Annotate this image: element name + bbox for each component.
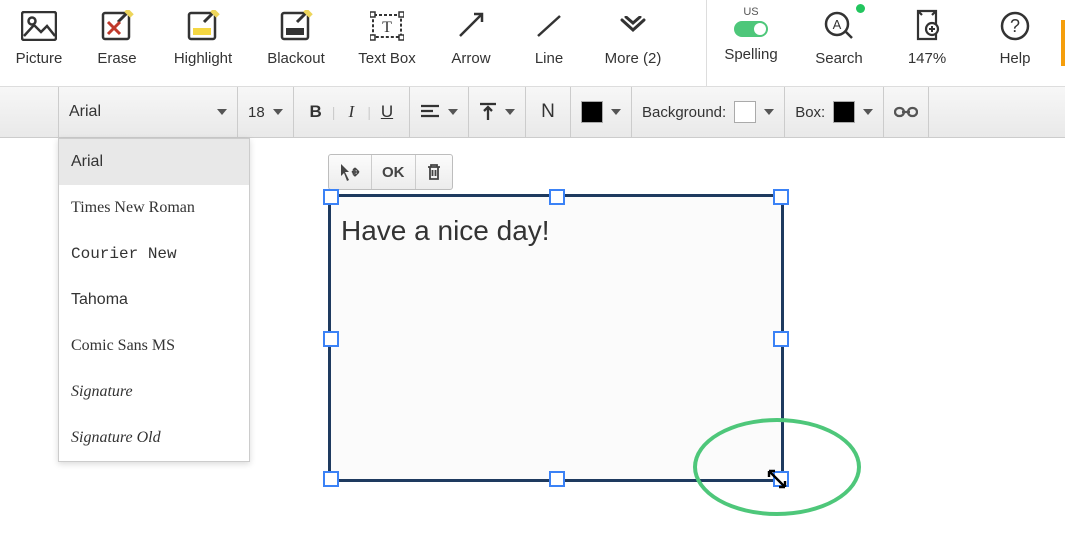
- font-option-courier[interactable]: Courier New: [59, 231, 249, 277]
- italic-button[interactable]: I: [339, 102, 363, 122]
- erase-icon: [93, 6, 141, 46]
- font-size-select[interactable]: 18: [238, 87, 294, 137]
- text-box-content[interactable]: Have a nice day!: [331, 197, 781, 265]
- caret-down-icon: [273, 109, 283, 115]
- svg-text:?: ?: [1010, 16, 1020, 36]
- font-option-tahoma[interactable]: Tahoma: [59, 277, 249, 323]
- blackout-button[interactable]: Blackout: [250, 0, 342, 86]
- blackout-icon: [272, 6, 320, 46]
- valign-select[interactable]: [469, 87, 526, 137]
- box-color-select[interactable]: Box:: [785, 87, 884, 137]
- align-select[interactable]: [410, 87, 469, 137]
- trash-icon: [426, 163, 442, 181]
- line-button[interactable]: Line: [510, 0, 588, 86]
- font-option-times[interactable]: Times New Roman: [59, 185, 249, 231]
- normal-button[interactable]: N: [526, 87, 571, 137]
- delete-button[interactable]: [416, 155, 452, 189]
- main-toolbar: Picture Erase Highlight Blackout T Text …: [0, 0, 1065, 87]
- help-button[interactable]: ? Help: [971, 0, 1059, 86]
- resize-handle-nw[interactable]: [323, 189, 339, 205]
- highlight-icon: [179, 6, 227, 46]
- text-style-group: B | I | U: [294, 87, 410, 137]
- caret-down-icon: [217, 109, 227, 115]
- resize-handle-w[interactable]: [323, 331, 339, 347]
- color-swatch-icon: [734, 101, 756, 123]
- search-icon: A: [815, 6, 863, 46]
- picture-button[interactable]: Picture: [0, 0, 78, 86]
- caret-down-icon: [611, 109, 621, 115]
- textbox-mini-toolbar: OK: [328, 154, 453, 190]
- help-icon: ?: [991, 6, 1039, 46]
- svg-text:T: T: [382, 19, 392, 36]
- move-arrow-icon: [339, 162, 361, 182]
- textbox-icon: T: [363, 6, 411, 46]
- caret-down-icon: [448, 109, 458, 115]
- text-box-object[interactable]: Have a nice day!: [328, 194, 784, 482]
- highlight-button[interactable]: Highlight: [156, 0, 250, 86]
- more-icon: [609, 6, 657, 46]
- editor-canvas[interactable]: Arial Times New Roman Courier New Tahoma…: [0, 138, 1065, 545]
- accent-bar: [1061, 20, 1065, 66]
- zoom-button[interactable]: 147%: [883, 0, 971, 86]
- format-toolbar: Arial 18 B | I | U N Background: Box:: [0, 87, 1065, 138]
- align-left-icon: [420, 104, 440, 120]
- font-option-signature-old[interactable]: Signature Old: [59, 415, 249, 461]
- more-button[interactable]: More (2): [588, 0, 678, 86]
- color-swatch-icon: [833, 101, 855, 123]
- background-color-select[interactable]: Background:: [632, 87, 785, 137]
- resize-handle-s[interactable]: [549, 471, 565, 487]
- link-button[interactable]: [884, 87, 929, 137]
- search-button[interactable]: A Search: [795, 0, 883, 86]
- resize-handle-n[interactable]: [549, 189, 565, 205]
- text-color-select[interactable]: [571, 87, 632, 137]
- arrow-icon: [447, 6, 495, 46]
- resize-handle-sw[interactable]: [323, 471, 339, 487]
- erase-button[interactable]: Erase: [78, 0, 156, 86]
- caret-down-icon: [863, 109, 873, 115]
- textbox-button[interactable]: T Text Box: [342, 0, 432, 86]
- ok-button[interactable]: OK: [372, 155, 416, 189]
- line-icon: [525, 6, 573, 46]
- bold-button[interactable]: B: [304, 102, 328, 122]
- move-button[interactable]: [329, 155, 372, 189]
- spelling-button[interactable]: US Spelling: [707, 0, 795, 86]
- link-icon: [894, 105, 918, 119]
- caret-down-icon: [764, 109, 774, 115]
- align-top-icon: [479, 102, 497, 122]
- toolbar-right-group: US Spelling A Search 147% ? Help: [706, 0, 1059, 86]
- zoom-icon: [903, 6, 951, 46]
- color-swatch-icon: [581, 101, 603, 123]
- picture-icon: [15, 6, 63, 46]
- resize-handle-ne[interactable]: [773, 189, 789, 205]
- underline-button[interactable]: U: [375, 102, 399, 122]
- font-option-arial[interactable]: Arial: [59, 139, 249, 185]
- font-family-dropdown: Arial Times New Roman Courier New Tahoma…: [58, 138, 250, 462]
- toggle-on-icon: [733, 20, 769, 38]
- font-option-comic[interactable]: Comic Sans MS: [59, 323, 249, 369]
- font-family-select[interactable]: Arial: [58, 87, 238, 137]
- svg-text:A: A: [833, 17, 842, 32]
- arrow-button[interactable]: Arrow: [432, 0, 510, 86]
- font-option-signature[interactable]: Signature: [59, 369, 249, 415]
- caret-down-icon: [505, 109, 515, 115]
- resize-handle-e[interactable]: [773, 331, 789, 347]
- resize-handle-se[interactable]: [773, 471, 789, 487]
- notification-dot-icon: [856, 4, 865, 13]
